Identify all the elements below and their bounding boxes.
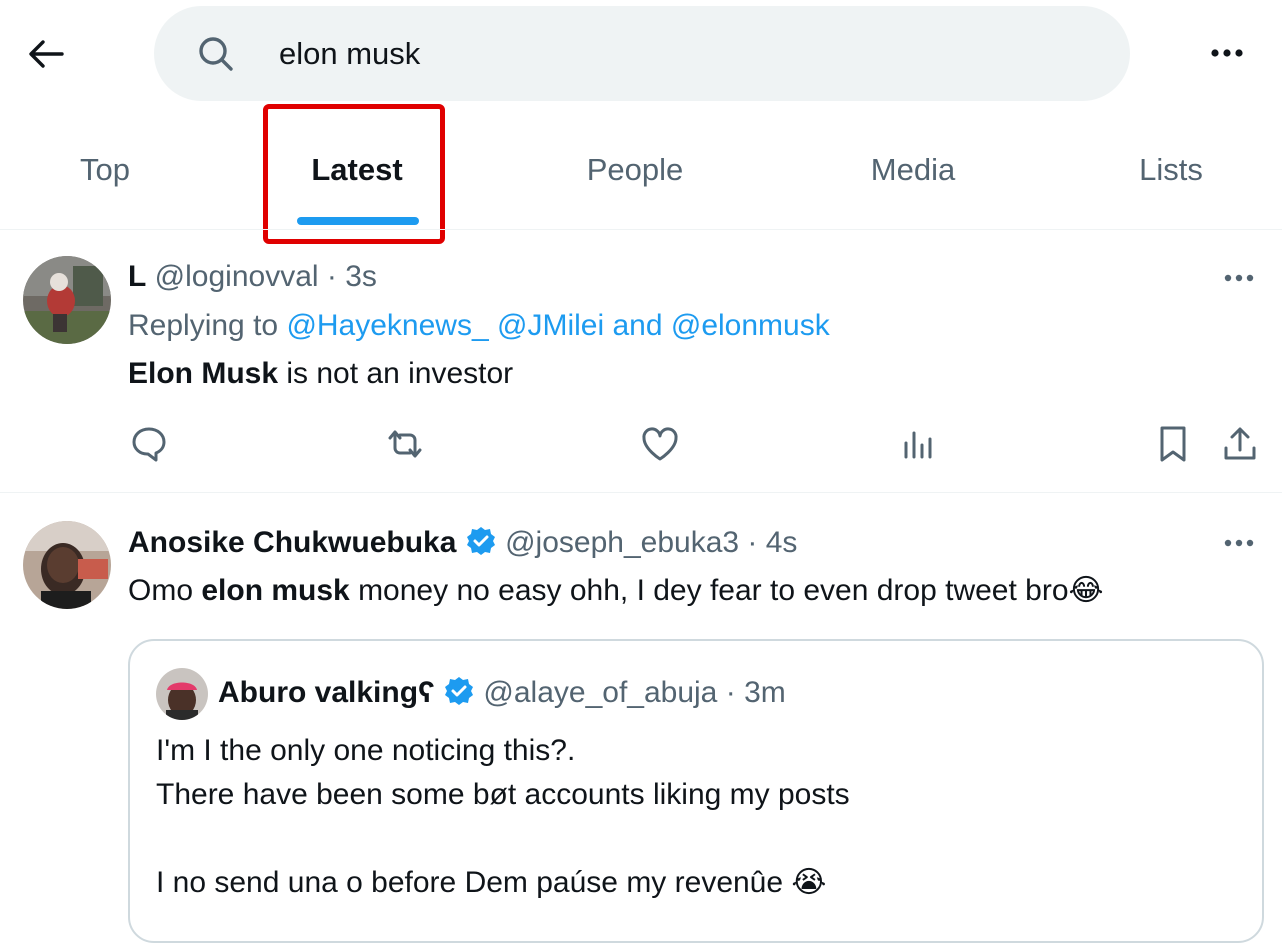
highlighted-term: Elon Musk: [128, 357, 279, 390]
author-name[interactable]: L: [128, 260, 146, 293]
quoted-tweet-line: I'm I the only one noticing this?.: [156, 734, 576, 767]
share-icon[interactable]: [1216, 420, 1264, 468]
mention-link[interactable]: @JMilei: [497, 309, 604, 342]
search-input[interactable]: elon musk: [279, 34, 420, 74]
search-icon: [196, 34, 236, 74]
mention-link[interactable]: @elonmusk: [671, 309, 830, 342]
mention-link[interactable]: @Hayeknews_: [286, 309, 488, 342]
tweet-text-rest: is not an investor: [278, 357, 514, 390]
tab-people[interactable]: People: [560, 148, 710, 192]
avatar[interactable]: [23, 256, 111, 344]
tab-media[interactable]: Media: [838, 148, 988, 192]
like-icon[interactable]: [636, 420, 684, 468]
tweet-header: L @loginovval · 3s: [128, 258, 377, 296]
author-handle[interactable]: @alaye_of_abuja: [483, 676, 717, 709]
replying-to: Replying to @Hayeknews_ @JMilei and @elo…: [128, 307, 830, 345]
bookmark-icon[interactable]: [1149, 420, 1197, 468]
separator: ·: [747, 526, 758, 559]
back-arrow-icon[interactable]: [22, 32, 70, 76]
tweet-text-prefix: Omo: [128, 574, 202, 607]
author-name[interactable]: Aburo valking: [218, 676, 418, 709]
more-icon[interactable]: [1220, 533, 1260, 553]
separator: ·: [326, 260, 337, 293]
timestamp[interactable]: 3s: [345, 260, 377, 293]
tab-lists[interactable]: Lists: [1096, 148, 1246, 192]
quoted-tweet-text: I no send una o before Dem paúse my reve…: [156, 866, 784, 899]
tweet-text: Elon Musk is not an investor: [128, 355, 513, 393]
author-handle[interactable]: @loginovval: [155, 260, 319, 293]
author-name[interactable]: Anosike Chukwuebuka: [128, 526, 456, 559]
replying-prefix: Replying to: [128, 309, 279, 342]
retweet-icon[interactable]: [381, 420, 429, 468]
timestamp[interactable]: 4s: [766, 526, 798, 559]
divider: [0, 492, 1282, 493]
tweet-header: Anosike Chukwuebuka @joseph_ebuka3 · 4s: [128, 524, 797, 562]
crying-emoji: 😭: [791, 866, 827, 899]
divider: [0, 229, 1282, 230]
quoted-tweet-line: I no send una o before Dem paúse my reve…: [156, 864, 826, 902]
author-name-suffix: ʕ: [418, 676, 435, 709]
tweet-text: Omo elon musk money no easy ohh, I dey f…: [128, 572, 1104, 610]
avatar[interactable]: [23, 521, 111, 609]
more-icon[interactable]: [1220, 268, 1260, 288]
timestamp[interactable]: 3m: [744, 676, 786, 709]
more-options-icon[interactable]: [1208, 38, 1248, 68]
views-icon[interactable]: [893, 420, 941, 468]
mention-conjunction[interactable]: and: [612, 309, 662, 342]
reply-icon[interactable]: [125, 420, 173, 468]
verified-badge-icon: [443, 675, 475, 707]
author-handle[interactable]: @joseph_ebuka3: [505, 526, 739, 559]
quoted-tweet-header: Aburo valkingʕ @alaye_of_abuja · 3m: [218, 674, 786, 712]
avatar[interactable]: [156, 668, 208, 720]
verified-badge-icon: [465, 525, 497, 557]
quoted-tweet-line: There have been some bøt accounts liking…: [156, 778, 850, 811]
separator: ·: [725, 676, 736, 709]
tweet-text-rest: money no easy ohh, I dey fear to even dr…: [349, 574, 1069, 607]
laughing-crying-emoji: 😂: [1068, 574, 1104, 607]
tab-top[interactable]: Top: [30, 148, 180, 192]
highlighted-term: elon musk: [201, 574, 350, 607]
highlight-box: [263, 104, 445, 244]
